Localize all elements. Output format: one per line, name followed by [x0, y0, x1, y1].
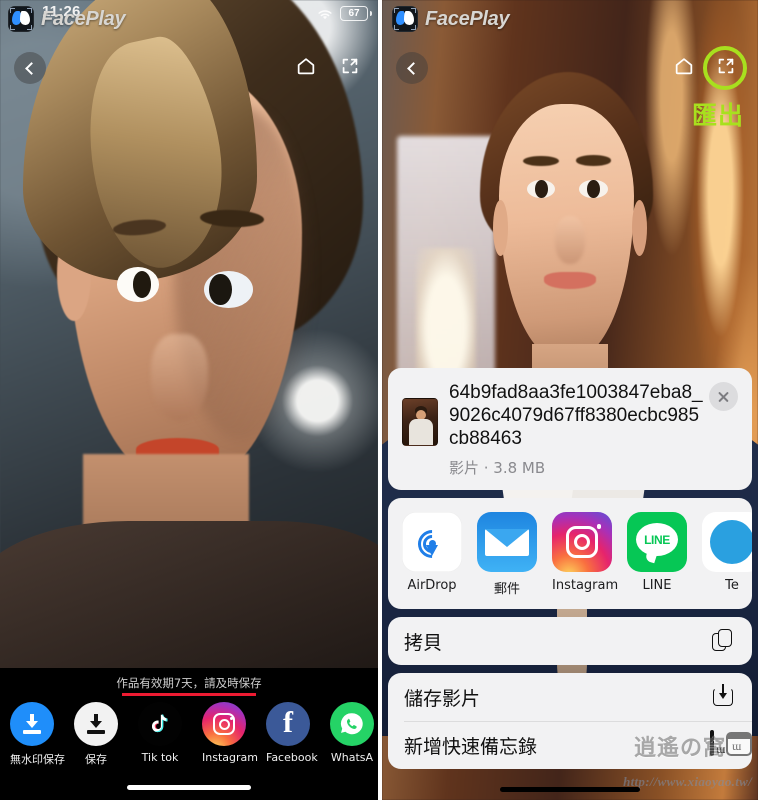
action-copy[interactable]: 拷貝: [388, 617, 752, 665]
share-app-mail[interactable]: 郵件: [477, 512, 537, 597]
share-app-label: Te: [725, 578, 739, 594]
share-apps-row[interactable]: AirDrop 郵件 Instagram LINE LINE Te: [388, 498, 752, 610]
action-label: 儲存影片: [404, 687, 481, 710]
share-sheet-header: 64b9fad8aa3fe1003847eba8_9026c4079d67ff8…: [388, 368, 752, 491]
download-icon: [74, 702, 118, 746]
home-indicator: [500, 787, 640, 792]
expiry-notice-underline: [122, 693, 256, 696]
share-actions-group-1: 拷貝: [388, 617, 752, 666]
export-button[interactable]: [334, 52, 366, 84]
right-phone-screen: FacePlay 匯出 64b9fad8aa3fe1003847eba8_902…: [382, 0, 758, 800]
share-target-facebook[interactable]: f Facebook: [266, 702, 318, 767]
home-icon: [295, 55, 317, 82]
export-highlight-ring: [703, 46, 747, 90]
app-brand: FacePlay: [392, 6, 510, 32]
line-icon: LINE: [627, 512, 687, 573]
share-targets-row: 無水印保存 保存 Tik tok Instagram f Facebook Wh…: [10, 702, 374, 767]
shared-file-name: 64b9fad8aa3fe1003847eba8_9026c4079d67ff8…: [449, 382, 703, 449]
share-app-label: Instagram: [552, 578, 619, 594]
share-app-instagram[interactable]: Instagram: [552, 512, 619, 597]
action-label: 新增快速備忘錄: [404, 735, 538, 758]
close-button[interactable]: [709, 382, 738, 411]
left-bottom-panel: 作品有效期7天，請及時保存 無水印保存 保存 Tik tok Instagram…: [0, 668, 378, 800]
action-save-video[interactable]: 儲存影片: [388, 673, 752, 721]
download-no-watermark-icon: [10, 702, 54, 746]
share-target-no-watermark[interactable]: 無水印保存: [10, 702, 65, 767]
share-target-label: Tik tok: [141, 751, 179, 764]
chevron-left-icon: [25, 61, 38, 75]
share-app-telegram[interactable]: Te: [702, 512, 752, 597]
left-result-photo: [0, 0, 378, 668]
share-target-save[interactable]: 保存: [74, 702, 118, 767]
share-app-label: LINE: [642, 578, 672, 594]
chevron-left-icon: [407, 61, 420, 75]
share-target-instagram[interactable]: Instagram: [202, 702, 258, 767]
expiry-notice: 作品有效期7天，請及時保存: [116, 676, 262, 690]
faceplay-logo-icon: [392, 6, 418, 32]
app-brand: FacePlay: [8, 6, 126, 32]
telegram-icon: [702, 512, 752, 573]
share-target-label: 無水印保存: [10, 753, 65, 766]
instagram-icon: [552, 512, 612, 573]
share-target-label: WhatsA: [330, 751, 374, 764]
action-label: 拷貝: [404, 631, 443, 654]
shared-file-meta: 影片 · 3.8 MB: [449, 459, 546, 478]
share-actions-group-2: 儲存影片 新增快速備忘錄 ɯ: [388, 673, 752, 770]
airdrop-icon: [402, 512, 462, 573]
tiktok-icon: [138, 702, 182, 746]
faceplay-logo-icon: [8, 6, 34, 32]
quick-note-icon: ɯ: [710, 730, 736, 758]
share-target-label: 保存: [85, 753, 107, 766]
home-icon: [673, 55, 695, 82]
share-app-airdrop[interactable]: AirDrop: [402, 512, 462, 597]
facebook-icon: f: [266, 702, 310, 746]
back-button[interactable]: [14, 52, 46, 84]
share-target-label: Facebook: [266, 751, 318, 764]
instagram-icon: [202, 702, 246, 746]
share-target-label: Instagram: [202, 751, 258, 764]
share-app-line[interactable]: LINE LINE: [627, 512, 687, 597]
battery-indicator: 67: [340, 6, 368, 21]
save-video-icon: [710, 684, 736, 710]
left-phone-screen: 11:26 67 FacePlay 作品有效期7天，請及時保存 無水印保存 保存…: [0, 0, 378, 800]
status-bar-indicators: 67: [317, 6, 368, 21]
screenshot-root: 11:26 67 FacePlay 作品有效期7天，請及時保存 無水印保存 保存…: [0, 0, 758, 800]
action-quick-note[interactable]: 新增快速備忘錄 ɯ: [388, 721, 752, 769]
wifi-icon: [317, 8, 333, 20]
share-app-label: AirDrop: [407, 578, 457, 594]
home-button[interactable]: [290, 52, 322, 84]
export-annotation-label: 匯出: [691, 101, 744, 130]
line-badge-label: LINE: [644, 532, 670, 547]
share-app-label: 郵件: [493, 582, 520, 598]
home-indicator: [127, 785, 251, 790]
video-thumbnail: [402, 398, 438, 446]
copy-icon: [710, 628, 736, 654]
app-brand-label: FacePlay: [425, 7, 510, 30]
back-button[interactable]: [396, 52, 428, 84]
share-export-icon: [339, 55, 361, 82]
ios-share-sheet: 64b9fad8aa3fe1003847eba8_9026c4079d67ff8…: [388, 368, 752, 800]
mail-icon: [477, 512, 537, 573]
share-target-whatsapp[interactable]: WhatsA: [330, 702, 374, 767]
home-button[interactable]: [668, 52, 700, 84]
whatsapp-icon: [330, 702, 374, 746]
app-brand-label: FacePlay: [41, 7, 126, 30]
share-target-tiktok[interactable]: Tik tok: [138, 702, 182, 767]
